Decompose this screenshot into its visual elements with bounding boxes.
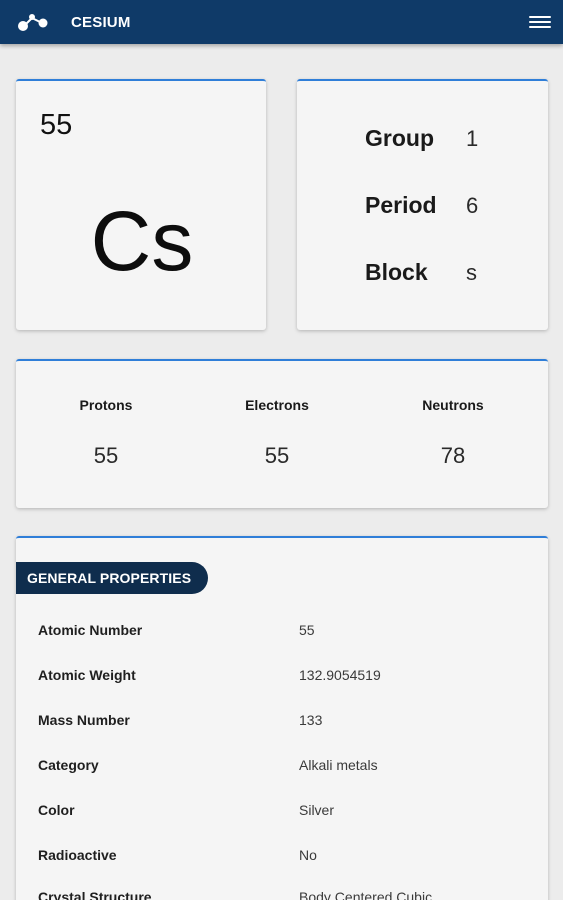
neutrons-cell: Neutrons 78 <box>368 397 538 469</box>
protons-label: Protons <box>79 397 133 413</box>
app-bar: CESIUM <box>0 0 563 44</box>
electrons-label: Electrons <box>245 397 309 413</box>
atomic-number: 55 <box>40 109 73 141</box>
element-symbol-card: 55 Cs <box>16 79 266 330</box>
general-properties-heading: GENERAL PROPERTIES <box>16 562 208 594</box>
particles-card: Protons 55 Electrons 55 Neutrons 78 <box>16 359 548 508</box>
protons-value: 55 <box>93 443 119 468</box>
property-label: Atomic Weight <box>38 667 136 683</box>
property-value: 133 <box>299 712 323 728</box>
property-label: Atomic Number <box>38 622 143 638</box>
property-label: Mass Number <box>38 712 130 728</box>
property-value: 132.9054519 <box>299 667 381 683</box>
neutrons-value: 78 <box>440 443 466 468</box>
general-properties-card: GENERAL PROPERTIES Atomic Number 55 Atom… <box>16 536 548 900</box>
property-value: Alkali metals <box>299 757 378 773</box>
property-row: Color Silver <box>38 802 528 818</box>
property-row: Crystal Structure Body Centered Cubic <box>38 889 528 900</box>
period-label: Period <box>365 192 437 218</box>
protons-cell: Protons 55 <box>21 397 191 469</box>
group-label: Group <box>365 125 434 151</box>
hamburger-menu-icon[interactable] <box>529 11 551 33</box>
property-value: No <box>299 847 317 863</box>
property-row: Category Alkali metals <box>38 757 528 773</box>
property-row: Atomic Weight 132.9054519 <box>38 667 528 683</box>
neutrons-label: Neutrons <box>422 397 484 413</box>
property-row: Radioactive No <box>38 847 528 863</box>
period-value: 6 <box>466 193 479 218</box>
block-value: s <box>466 260 477 285</box>
property-row: Mass Number 133 <box>38 712 528 728</box>
property-label: Crystal Structure <box>38 889 152 900</box>
block-row: Block s <box>365 259 477 286</box>
position-card: Group 1 Period 6 Block s <box>297 79 548 330</box>
app-title: CESIUM <box>71 14 131 31</box>
block-label: Block <box>365 259 428 285</box>
group-value: 1 <box>466 126 479 151</box>
group-row: Group 1 <box>365 125 478 152</box>
property-value: Body Centered Cubic <box>299 889 433 900</box>
property-value: Silver <box>299 802 335 818</box>
property-row: Atomic Number 55 <box>38 622 528 638</box>
period-row: Period 6 <box>365 192 478 219</box>
element-symbol: Cs <box>90 194 194 288</box>
property-label: Category <box>38 757 99 773</box>
property-label: Color <box>38 802 75 818</box>
molecule-icon[interactable] <box>16 11 50 33</box>
electrons-cell: Electrons 55 <box>192 397 362 469</box>
property-value: 55 <box>299 622 315 638</box>
property-label: Radioactive <box>38 847 117 863</box>
electrons-value: 55 <box>264 443 290 468</box>
